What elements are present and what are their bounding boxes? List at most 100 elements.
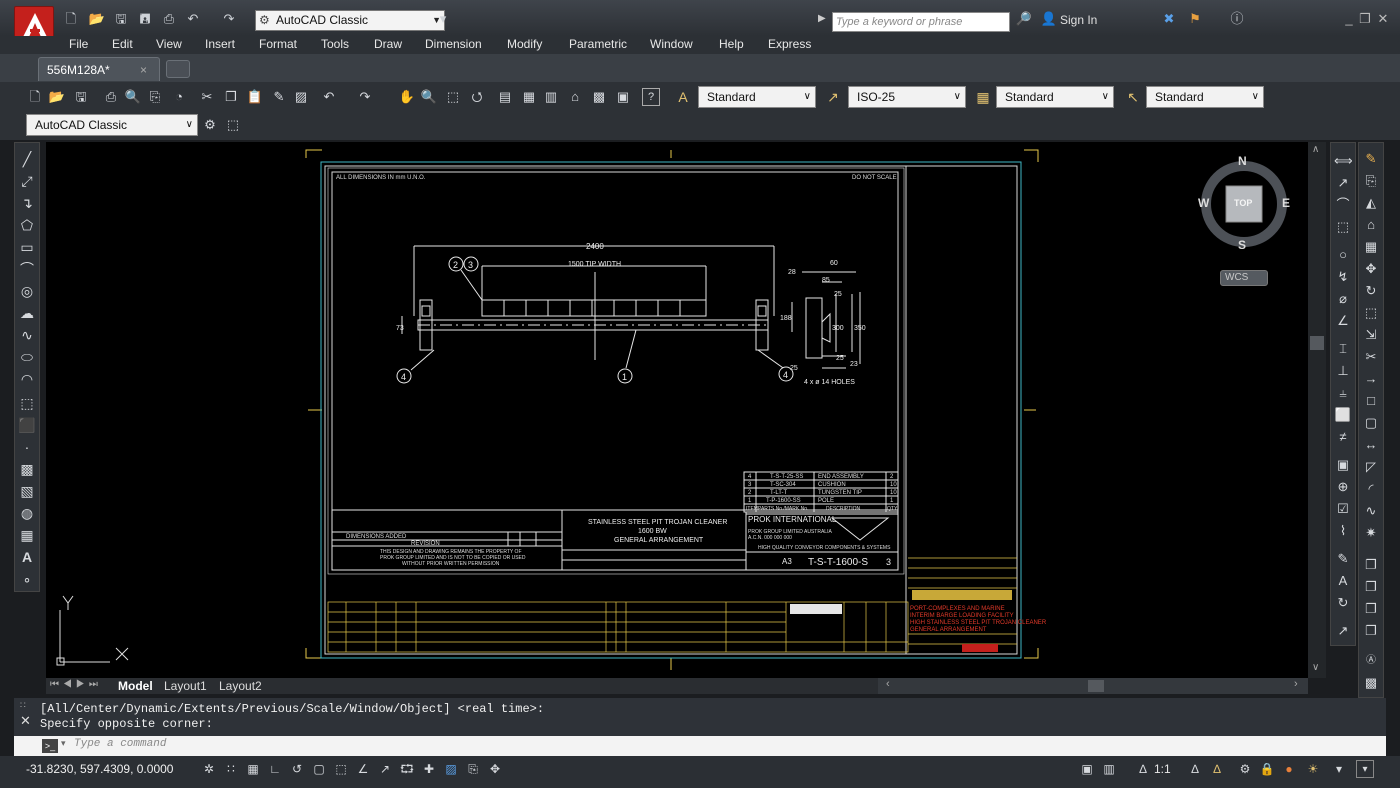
close-icon[interactable]: ✕ xyxy=(20,713,31,729)
command-prompt-icon[interactable]: >_ xyxy=(42,739,58,753)
ellipse-icon[interactable]: ⬭ xyxy=(18,348,36,366)
insert-block-icon[interactable]: ⬚ xyxy=(18,394,36,412)
dim-style-select[interactable]: ISO-25 ∨ xyxy=(848,86,966,108)
add-selected-icon[interactable]: ∘ xyxy=(18,570,36,588)
bring-above-icon[interactable]: ❐ xyxy=(1362,622,1380,640)
hatch-back-icon[interactable]: ▩ xyxy=(1362,674,1380,692)
tolerance-icon[interactable]: ▣ xyxy=(1334,456,1352,474)
markup-icon[interactable]: ▩ xyxy=(590,88,608,106)
paste-icon[interactable]: 📋 xyxy=(246,88,264,106)
grid-icon[interactable]: ▦ xyxy=(244,760,262,778)
zoom-previous-icon[interactable]: ⭯ xyxy=(468,88,486,106)
calculator-icon[interactable]: ▣ xyxy=(614,88,632,106)
continue-icon[interactable]: ⫨ xyxy=(1334,384,1352,402)
clean-screen-icon[interactable]: ▾ xyxy=(1356,760,1374,778)
jogged-icon[interactable]: ↯ xyxy=(1334,268,1352,286)
rotate-icon[interactable]: ↻ xyxy=(1362,282,1380,300)
aligned-dim-icon[interactable]: ↗ xyxy=(1334,174,1352,192)
space-icon[interactable]: ⬜ xyxy=(1334,406,1352,424)
blend-icon[interactable]: ∿ xyxy=(1362,502,1380,520)
scroll-up-icon[interactable]: ∧ xyxy=(1312,144,1319,155)
gradient-icon[interactable]: ▧ xyxy=(18,482,36,500)
text-style-icon[interactable]: A xyxy=(672,86,694,108)
baseline-icon[interactable]: ⊥ xyxy=(1334,362,1352,380)
tab-layout2[interactable]: Layout2 xyxy=(219,679,262,693)
undo-icon[interactable]: ↶ xyxy=(320,88,338,106)
new-file-icon[interactable]: 🗋 xyxy=(62,11,80,27)
arc-length-icon[interactable]: ⌒ xyxy=(1334,196,1352,214)
customize-qa-icon[interactable]: ▾ xyxy=(434,11,452,27)
grip-icon[interactable]: ∷ xyxy=(20,700,26,711)
horizontal-scrollbar[interactable]: ‹ › xyxy=(878,678,1308,694)
search-input[interactable]: Type a keyword or phrase xyxy=(832,12,1010,32)
table-icon[interactable]: ▦ xyxy=(18,526,36,544)
qnew-icon[interactable]: 🗋 xyxy=(26,88,44,106)
drawing-canvas[interactable]: ALL DIMENSIONS IN mm U.N.O. DO NOT SCALE… xyxy=(46,142,1308,678)
angular-icon[interactable]: ∠ xyxy=(1334,312,1352,330)
transparency-icon[interactable]: ▨ xyxy=(442,760,460,778)
cut-icon[interactable]: ✂ xyxy=(198,88,216,106)
help-icon[interactable]: ? xyxy=(642,88,660,106)
wcs-menu[interactable]: WCS xyxy=(1220,270,1268,286)
preview-icon[interactable]: 🔍 xyxy=(124,88,142,106)
move-icon[interactable]: ✥ xyxy=(1362,260,1380,278)
rectangle-icon[interactable]: ▭ xyxy=(18,238,36,256)
polygon-icon[interactable]: ⬠ xyxy=(18,216,36,234)
linear-dim-icon[interactable]: ⟺ xyxy=(1334,152,1353,170)
ordinate-icon[interactable]: ⬚ xyxy=(1334,218,1352,236)
tab-model[interactable]: Model xyxy=(118,679,153,693)
restore-button[interactable]: ❐ xyxy=(1356,11,1374,27)
dynamic-input-icon[interactable]: ⮔ xyxy=(398,760,416,778)
construction-line-icon[interactable]: ⤢ xyxy=(18,172,36,190)
menu-insert[interactable]: Insert xyxy=(205,37,235,51)
hatch-icon[interactable]: ▩ xyxy=(18,460,36,478)
menu-window[interactable]: Window xyxy=(650,37,693,51)
compass-south[interactable]: S xyxy=(1238,238,1246,252)
scroll-right-icon[interactable]: › xyxy=(1294,678,1298,690)
compass-west[interactable]: W xyxy=(1198,196,1209,210)
open-file-icon[interactable]: 📂 xyxy=(88,11,106,27)
menu-view[interactable]: View xyxy=(156,37,182,51)
revision-cloud-icon[interactable]: ☁ xyxy=(18,304,36,322)
snap-mode-icon[interactable]: ∷ xyxy=(222,760,240,778)
redo-icon[interactable]: ↷ xyxy=(356,88,374,106)
compass-east[interactable]: E xyxy=(1282,196,1290,210)
break-icon[interactable]: ▢ xyxy=(1362,414,1380,432)
workspace-select[interactable]: AutoCAD Classic ∨ xyxy=(26,114,198,136)
inspection-icon[interactable]: ☑ xyxy=(1334,500,1352,518)
lock-icon[interactable]: 🔒 xyxy=(1258,760,1276,778)
line-icon[interactable]: ╱ xyxy=(18,150,36,168)
trim-icon[interactable]: ✂ xyxy=(1362,348,1380,366)
extend-icon[interactable]: → xyxy=(1362,370,1380,388)
h-scroll-thumb[interactable] xyxy=(1088,680,1104,692)
text-front-icon[interactable]: Ⓐ xyxy=(1362,652,1380,670)
quick-dim-icon[interactable]: ⌶ xyxy=(1334,340,1352,358)
pan-icon[interactable]: ✋ xyxy=(398,88,416,106)
arc-icon[interactable]: ⌒ xyxy=(18,260,36,278)
block-editor-icon[interactable]: ▨ xyxy=(292,88,310,106)
recent-commands-icon[interactable]: ▾ xyxy=(61,738,66,749)
fillet-icon[interactable]: ◜ xyxy=(1362,480,1380,498)
menu-edit[interactable]: Edit xyxy=(112,37,133,51)
dim-style-icon[interactable]: ↗ xyxy=(1334,622,1352,640)
tab-layout1[interactable]: Layout1 xyxy=(164,679,207,693)
sign-in-link[interactable]: Sign In xyxy=(1060,13,1097,27)
sheet-set-icon[interactable]: ⌂ xyxy=(566,88,584,106)
dim-style-icon[interactable]: ↗ xyxy=(822,86,844,108)
bring-front-icon[interactable]: ❐ xyxy=(1362,578,1380,596)
tool-palettes-icon[interactable]: ▥ xyxy=(542,88,560,106)
diameter-icon[interactable]: ⌀ xyxy=(1334,290,1352,308)
vertical-scrollbar[interactable]: ∧ ∨ xyxy=(1308,142,1326,678)
menu-parametric[interactable]: Parametric xyxy=(569,37,627,51)
make-block-icon[interactable]: ⬛ xyxy=(18,416,36,434)
erase-icon[interactable]: ✎ xyxy=(1362,150,1380,168)
dynamic-ucs-icon[interactable]: ↗ xyxy=(376,760,394,778)
compass-north[interactable]: N xyxy=(1238,154,1247,168)
menu-express[interactable]: Express xyxy=(768,37,811,51)
hardware-acceleration-icon[interactable]: ● xyxy=(1280,760,1298,778)
scroll-thumb[interactable] xyxy=(1310,336,1324,350)
break-icon[interactable]: ≠ xyxy=(1334,428,1352,446)
send-back-icon[interactable]: ❐ xyxy=(1362,600,1380,618)
user-icon[interactable]: 👤 xyxy=(1040,11,1058,27)
annotation-scale[interactable]: 1:1 xyxy=(1154,762,1171,776)
